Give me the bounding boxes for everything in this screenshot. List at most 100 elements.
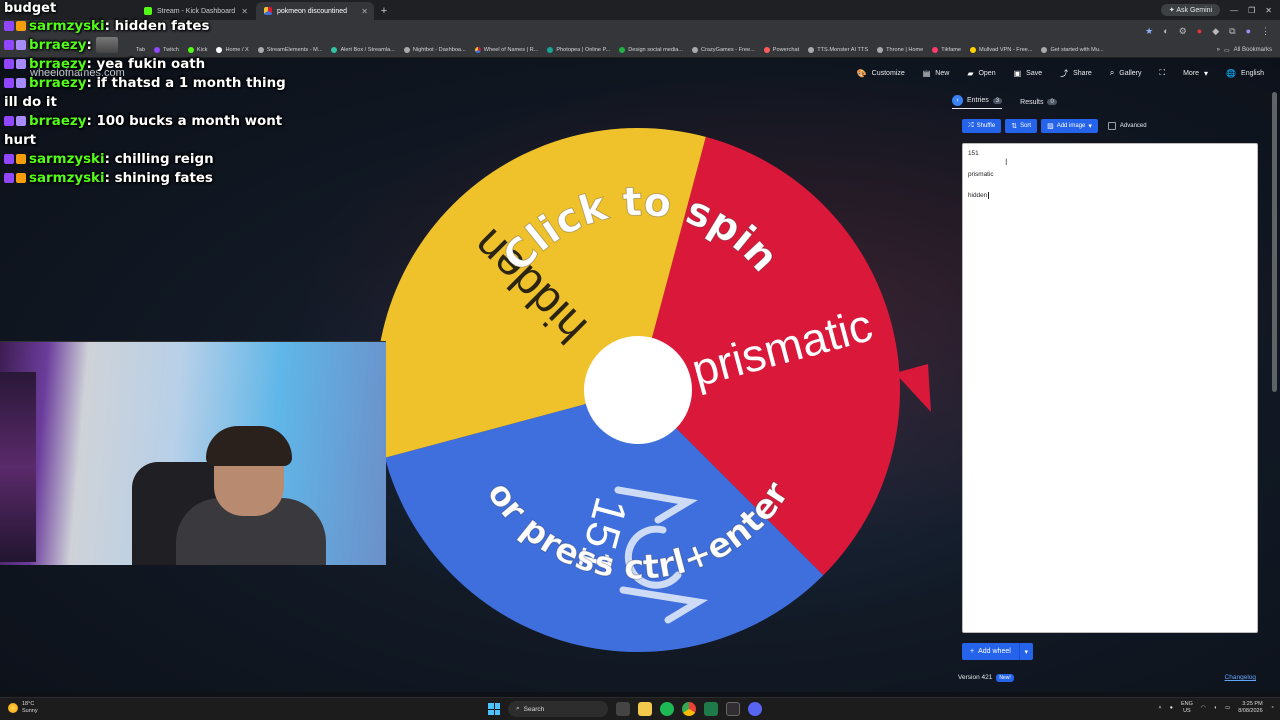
globe-icon: 🌐 xyxy=(1226,68,1237,78)
taskbar-apps: ⌕ Search xyxy=(488,701,762,717)
bookmark-item[interactable]: Nightbot - Dashboa... xyxy=(403,46,466,53)
search-icon: ⌕ xyxy=(1109,68,1115,77)
gallery-button[interactable]: ⌕ Gallery xyxy=(1110,68,1142,78)
clock[interactable]: 3:25 PM 8/08/2026 xyxy=(1238,701,1262,715)
entries-toolbar: ⤮ Shuffle ⇅ Sort ▨ Add image ▾ Advanced xyxy=(962,119,1147,133)
collapse-chevron-icon[interactable]: › xyxy=(952,95,963,106)
bookmark-item[interactable]: Tikfame xyxy=(932,46,961,53)
shuffle-icon: ⤮ xyxy=(968,122,974,129)
bookmark-item[interactable]: CrazyGames - Free... xyxy=(691,46,755,53)
bookmark-item[interactable]: Design social media... xyxy=(619,46,683,53)
notifications-icon[interactable]: ◔ xyxy=(1271,705,1274,712)
windows-start-icon[interactable] xyxy=(488,703,500,715)
webcam-person-hair xyxy=(206,426,292,466)
close-window-icon[interactable]: ✕ xyxy=(1265,6,1272,15)
tab-results[interactable]: Results 0 xyxy=(1020,99,1057,106)
extension-icon[interactable]: ● xyxy=(1197,26,1202,36)
language-indicator[interactable]: ENG US xyxy=(1181,701,1193,715)
customize-button[interactable]: 🎨 Customize xyxy=(857,69,905,78)
panel-tabs: › Entries 3 Results 0 xyxy=(950,92,1266,112)
discord-icon[interactable] xyxy=(748,702,762,716)
wheel-favicon-icon xyxy=(264,7,272,15)
checkbox-box[interactable] xyxy=(1107,122,1116,130)
add-image-button[interactable]: ▨ Add image ▾ xyxy=(1041,119,1098,133)
bookmark-icon xyxy=(969,46,976,53)
version-label: Version 421 New! xyxy=(958,674,1014,682)
extension-icon[interactable]: ◐ xyxy=(1163,26,1168,36)
file-explorer-icon[interactable] xyxy=(638,702,652,716)
close-icon[interactable]: ✕ xyxy=(241,7,248,16)
add-wheel-button[interactable]: + Add wheel xyxy=(962,643,1019,660)
close-icon[interactable]: ✕ xyxy=(361,7,368,16)
sun-icon xyxy=(8,703,18,713)
extension-icon[interactable]: ◆ xyxy=(1212,26,1219,37)
sort-button[interactable]: ⇅ Sort xyxy=(1005,119,1038,133)
task-view-icon[interactable] xyxy=(616,702,630,716)
wheel-pointer xyxy=(895,364,931,412)
chat-badges xyxy=(4,59,26,69)
search-icon: ⌕ xyxy=(516,705,520,712)
new-button[interactable]: ▤ New xyxy=(923,69,950,78)
panel-footer: Version 421 New! Changelog xyxy=(958,674,1256,682)
bookmark-item[interactable]: TTS.Monster AI TTS xyxy=(808,46,868,53)
fullscreen-button[interactable]: ⛶ xyxy=(1159,68,1165,78)
bookmark-item[interactable]: Photopea | Online P... xyxy=(547,46,610,53)
volume-icon[interactable]: ◖ xyxy=(1214,705,1217,712)
wheel-center-hub[interactable] xyxy=(584,336,692,444)
bookmark-item[interactable]: Throne | Home xyxy=(877,46,923,53)
stream-chat-overlay: sarmzyski: hidden fates brraezy: brraezy… xyxy=(4,17,294,188)
page-scrollbar[interactable] xyxy=(1272,92,1277,392)
chrome-icon[interactable] xyxy=(682,702,696,716)
chat-message: sarmzyski: chilling reign xyxy=(4,150,294,169)
menu-kebab-icon[interactable]: ⋮ xyxy=(1261,26,1270,37)
share-button[interactable]: ⤴ Share xyxy=(1060,68,1092,79)
wheel-svg[interactable]: prismatic151hidden Click to spin or pres… xyxy=(368,120,931,665)
profile-avatar-icon[interactable]: ● xyxy=(1246,26,1251,36)
maximize-icon[interactable]: ❐ xyxy=(1248,6,1255,15)
chat-message: sarmzyski: hidden fates xyxy=(4,17,294,36)
chevron-down-icon: ▾ xyxy=(1088,123,1092,130)
chat-message: brraezy: yea fukin oath xyxy=(4,55,294,74)
bookmark-item[interactable]: Mullvad VPN - Free... xyxy=(969,46,1032,53)
wifi-icon[interactable]: ◠ xyxy=(1201,705,1206,712)
entry-line: 151 xyxy=(968,150,979,157)
weather-widget[interactable]: 18°C Sunny xyxy=(8,701,38,715)
obs-icon[interactable] xyxy=(726,702,740,716)
new-tab-button[interactable]: + xyxy=(376,2,392,20)
all-bookmarks-button[interactable]: » ▭ All Bookmarks xyxy=(1210,42,1272,57)
extension-icon[interactable]: ⚙ xyxy=(1179,26,1187,37)
language-button[interactable]: 🌐 English xyxy=(1226,69,1264,78)
windows-taskbar: 18°C Sunny ⌕ Search ˄ ● ENG US ◠ ◖ ▭ 3:25 P… xyxy=(0,697,1280,720)
save-button[interactable]: ▣ Save xyxy=(1014,69,1043,78)
tab-entries[interactable]: › Entries 3 xyxy=(952,95,1003,109)
stream-title-overlay: budget xyxy=(4,0,57,16)
bookmark-item[interactable]: Get started with Mu... xyxy=(1041,46,1104,53)
changelog-link[interactable]: Changelog xyxy=(1225,674,1256,681)
bookmark-star-icon[interactable]: ★ xyxy=(1145,26,1153,37)
taskbar-search[interactable]: ⌕ Search xyxy=(508,701,608,717)
spreadsheet-icon[interactable] xyxy=(704,702,718,716)
open-button[interactable]: ▰ Open xyxy=(967,69,995,78)
chevron-right-icon: » xyxy=(1216,47,1220,53)
entries-textarea[interactable]: 151 prismatic hidden I xyxy=(962,143,1258,633)
more-button[interactable]: More ▾ xyxy=(1183,69,1208,78)
bookmark-item[interactable]: Powerchat xyxy=(763,46,799,53)
minimize-icon[interactable]: — xyxy=(1230,6,1238,15)
save-icon: ▣ xyxy=(1013,68,1022,78)
spotify-icon[interactable] xyxy=(660,702,674,716)
chat-message: brraezy: xyxy=(4,36,294,55)
add-wheel-dropdown[interactable]: ▾ xyxy=(1018,643,1033,660)
spin-wheel[interactable]: prismatic 151 hidden Click to spin or pres… xyxy=(368,120,931,665)
bookmark-item[interactable]: Alert Box / Streamla... xyxy=(331,46,395,53)
bookmark-item[interactable]: Wheel of Names | R... xyxy=(474,46,538,53)
battery-icon[interactable]: ▭ xyxy=(1225,705,1230,712)
results-count-badge: 0 xyxy=(1047,99,1057,105)
shuffle-button[interactable]: ⤮ Shuffle xyxy=(962,119,1002,133)
advanced-checkbox[interactable]: Advanced xyxy=(1107,122,1147,130)
bookmark-icon xyxy=(763,46,770,53)
tray-chevron-icon[interactable]: ˄ xyxy=(1158,705,1161,712)
extensions-puzzle-icon[interactable]: ⧉ xyxy=(1229,26,1235,37)
mic-icon[interactable]: ● xyxy=(1170,705,1173,712)
ask-gemini-button[interactable]: ✦ Ask Gemini xyxy=(1160,4,1221,16)
bookmark-icon xyxy=(619,46,626,53)
